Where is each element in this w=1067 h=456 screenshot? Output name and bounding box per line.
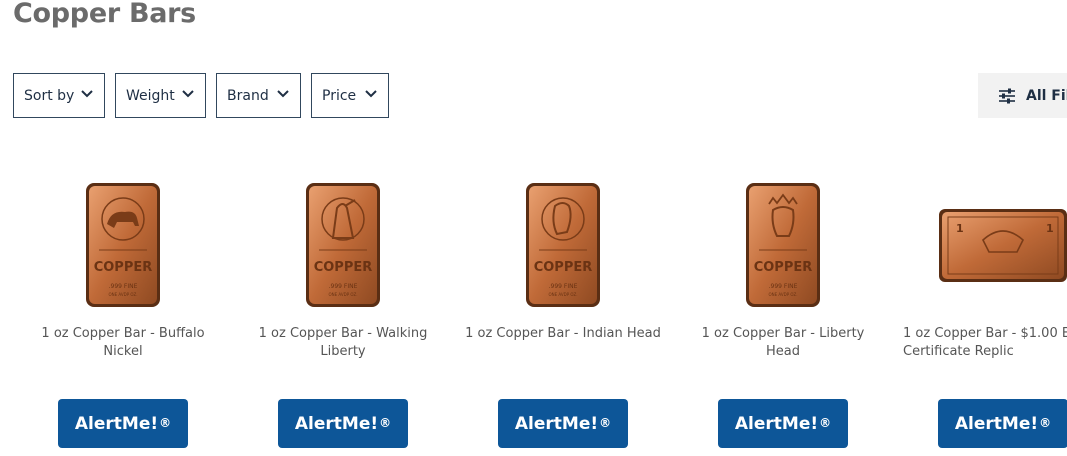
brand-label: Brand [227,87,269,104]
bar-stamp-weight: ONE AVDP OZ. [328,292,357,297]
sort-by-label: Sort by [24,87,75,104]
bar-stamp-weight: ONE AVDP OZ. [548,292,577,297]
product-image[interactable]: 1 1 [893,180,1067,310]
product-card[interactable]: COPPER .999 FINE ONE AVDP OZ. 1 oz Coppe… [673,170,893,456]
alertme-label: AlertMe! [514,413,599,434]
all-filters-button[interactable]: All Filters [978,73,1067,118]
sort-by-dropdown[interactable]: Sort by [13,73,105,118]
alertme-button[interactable]: AlertMe! ® [278,399,408,448]
registered-mark: ® [599,415,612,430]
registered-mark: ® [379,415,392,430]
alertme-label: AlertMe! [74,413,159,434]
svg-text:1: 1 [1046,222,1054,235]
product-image[interactable]: COPPER .999 FINE ONE AVDP OZ. [13,180,233,310]
chevron-down-icon [182,90,194,98]
page-title: Copper Bars [13,0,196,29]
product-card[interactable]: COPPER .999 FINE ONE AVDP OZ. 1 oz Coppe… [13,170,233,456]
product-image[interactable]: COPPER .999 FINE ONE AVDP OZ. [453,180,673,310]
bar-stamp-word: COPPER [94,260,153,275]
weight-dropdown[interactable]: Weight [115,73,206,118]
chevron-down-icon [277,90,289,98]
alertme-button[interactable]: AlertMe! ® [58,399,188,448]
bar-stamp-weight: ONE AVDP OZ. [768,292,797,297]
product-name[interactable]: 1 oz Copper Bar - $1.00 E Silver Certifi… [903,325,1067,361]
alertme-button[interactable]: AlertMe! ® [718,399,848,448]
alertme-label: AlertMe! [954,413,1039,434]
price-label: Price [322,87,357,104]
bar-stamp-fine: .999 FINE [549,283,578,290]
bar-stamp-word: COPPER [314,260,373,275]
bar-stamp-word: COPPER [754,260,813,275]
product-card[interactable]: COPPER .999 FINE ONE AVDP OZ. 1 oz Coppe… [453,170,673,456]
chevron-down-icon [81,90,93,98]
brand-dropdown[interactable]: Brand [216,73,301,118]
product-name[interactable]: 1 oz Copper Bar - Liberty Head [685,325,881,361]
product-name[interactable]: 1 oz Copper Bar - Indian Head [465,325,661,343]
alertme-button[interactable]: AlertMe! ® [938,399,1067,448]
bar-stamp-fine: .999 FINE [769,283,798,290]
registered-mark: ® [1039,415,1052,430]
product-card[interactable]: COPPER .999 FINE ONE AVDP OZ. 1 oz Coppe… [233,170,453,456]
registered-mark: ® [159,415,172,430]
weight-label: Weight [126,87,175,104]
bar-stamp-weight: ONE AVDP OZ. [108,292,137,297]
all-filters-label: All Filters [1026,87,1067,104]
product-card[interactable]: 1 1 1 oz Copper Bar - $1.00 E Silver Cer… [893,170,1067,456]
chevron-down-icon [365,90,377,98]
bar-stamp-fine: .999 FINE [109,283,138,290]
product-name[interactable]: 1 oz Copper Bar - Walking Liberty [245,325,441,361]
registered-mark: ® [819,415,832,430]
filter-bar: Sort by Weight Brand Price All Filters [0,73,1067,118]
alertme-label: AlertMe! [734,413,819,434]
bar-stamp-fine: .999 FINE [329,283,358,290]
bar-stamp-word: COPPER [534,260,593,275]
alertme-label: AlertMe! [294,413,379,434]
product-image[interactable]: COPPER .999 FINE ONE AVDP OZ. [233,180,453,310]
price-dropdown[interactable]: Price [311,73,389,118]
product-name[interactable]: 1 oz Copper Bar - Buffalo Nickel [25,325,221,361]
product-image[interactable]: COPPER .999 FINE ONE AVDP OZ. [673,180,893,310]
sliders-icon [999,88,1015,103]
alertme-button[interactable]: AlertMe! ® [498,399,628,448]
svg-text:1: 1 [956,222,964,235]
